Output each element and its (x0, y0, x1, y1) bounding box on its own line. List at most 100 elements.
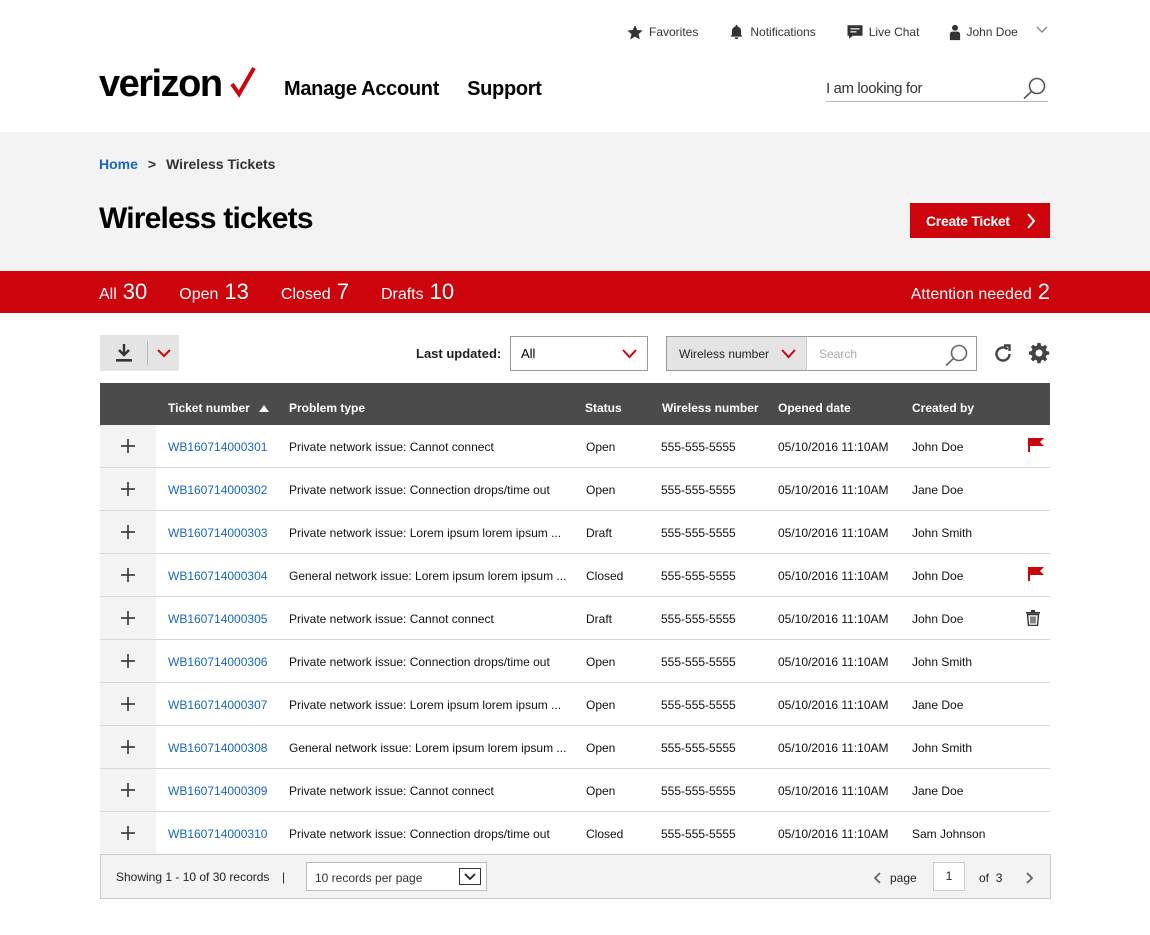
col-problem-type[interactable]: Problem type (289, 401, 365, 415)
plus-icon (121, 482, 135, 496)
ticket-number-link[interactable]: WB160714000309 (168, 784, 267, 798)
wireless-number-cell: 555-555-5555 (661, 741, 736, 755)
table-row[interactable]: WB160714000303 Private network issue: Lor… (100, 511, 1050, 554)
status-cell: Open (586, 440, 616, 454)
expand-row-button[interactable] (100, 554, 156, 596)
search-icon[interactable] (944, 343, 970, 367)
tab-drafts[interactable]: Drafts 10 (381, 279, 454, 305)
nav-manage-account[interactable]: Manage Account (284, 78, 439, 101)
ticket-number-link[interactable]: WB160714000304 (168, 569, 267, 583)
opened-date-cell: 05/10/2016 11:10AM (778, 483, 889, 497)
problem-type-cell: General network issue: Lorem ipsum lorem… (289, 569, 567, 583)
search-field-select[interactable]: Wireless number (666, 336, 807, 371)
created-by-cell: John Doe (912, 569, 964, 583)
user-menu[interactable]: John Doe (949, 24, 1018, 41)
flag-button[interactable] (1028, 567, 1044, 584)
tab-all[interactable]: All 30 (99, 279, 147, 305)
table-row[interactable]: WB160714000307 Private network issue: Lor… (100, 683, 1050, 726)
verizon-logo[interactable]: verizon (99, 64, 259, 104)
next-page-icon[interactable] (1026, 872, 1034, 884)
ticket-number-link[interactable]: WB160714000307 (168, 698, 267, 712)
ticket-number-link[interactable]: WB160714000301 (168, 440, 267, 454)
breadcrumb-current: Wireless Tickets (166, 156, 276, 172)
search-icon[interactable] (1022, 76, 1048, 100)
logo-check-icon (230, 67, 256, 98)
table-footer: Showing 1 - 10 of 30 records | 10 record… (100, 854, 1051, 899)
col-opened-date[interactable]: Opened date (778, 401, 851, 415)
status-filter-bar: All 30 Open 13 Closed 7 Drafts 10 Attent… (0, 271, 1150, 313)
opened-date-cell: 05/10/2016 11:10AM (778, 655, 889, 669)
ticket-number-link[interactable]: WB160714000303 (168, 526, 267, 540)
live-chat-link[interactable]: Live Chat (846, 23, 919, 41)
sort-ascending-icon[interactable] (259, 405, 269, 412)
table-row[interactable]: WB160714000304 General network issue: Lor… (100, 554, 1050, 597)
gear-icon[interactable] (1028, 342, 1050, 364)
created-by-cell: Sam Johnson (912, 827, 986, 841)
ticket-number-link[interactable]: WB160714000305 (168, 612, 267, 626)
plus-icon (121, 611, 135, 625)
expand-row-button[interactable] (100, 769, 156, 811)
last-updated-select[interactable]: All (510, 336, 648, 371)
col-ticket-number[interactable]: Ticket number (168, 401, 250, 415)
problem-type-cell: Private network issue: Cannot connect (289, 440, 494, 454)
site-search-input[interactable] (826, 74, 1016, 102)
created-by-cell: Jane Doe (912, 483, 964, 497)
expand-row-button[interactable] (100, 640, 156, 682)
ticket-number-link[interactable]: WB160714000308 (168, 741, 267, 755)
opened-date-cell: 05/10/2016 11:10AM (778, 569, 889, 583)
search-field-value: Wireless number (679, 347, 770, 361)
ticket-number-link[interactable]: WB160714000310 (168, 827, 267, 841)
table-row[interactable]: WB160714000305 Private network issue: Can… (100, 597, 1050, 640)
notifications-link[interactable]: Notifications (728, 23, 816, 41)
page-number-input[interactable]: 1 (933, 862, 965, 891)
plus-icon (121, 826, 135, 840)
breadcrumb-home[interactable]: Home (99, 156, 138, 172)
col-created-by[interactable]: Created by (912, 401, 974, 415)
table-row[interactable]: WB160714000302 Private network issue: Con… (100, 468, 1050, 511)
download-button[interactable] (100, 341, 148, 365)
create-ticket-button[interactable]: Create Ticket (910, 203, 1050, 238)
table-row[interactable]: WB160714000306 Private network issue: Con… (100, 640, 1050, 683)
table-row[interactable]: WB160714000310 Private network issue: Con… (100, 812, 1050, 855)
flag-button[interactable] (1028, 438, 1044, 455)
ticket-number-link[interactable]: WB160714000302 (168, 483, 267, 497)
records-per-page-value: 10 records per page (315, 871, 423, 885)
main-nav: Manage Account Support (284, 78, 570, 101)
wireless-number-cell: 555-555-5555 (661, 569, 736, 583)
expand-row-button[interactable] (100, 511, 156, 553)
col-wireless-number[interactable]: Wireless number (662, 401, 759, 415)
prev-page-icon[interactable] (873, 872, 881, 884)
expand-row-button[interactable] (100, 812, 156, 854)
chevron-down-icon[interactable] (1036, 26, 1048, 34)
delete-button[interactable] (1026, 610, 1040, 629)
status-cell: Open (586, 655, 616, 669)
table-row[interactable]: WB160714000301 Private network issue: Can… (100, 425, 1050, 468)
expand-row-button[interactable] (100, 468, 156, 510)
refresh-icon[interactable] (992, 343, 1014, 365)
nav-support[interactable]: Support (467, 78, 542, 101)
attention-count: 2 (1037, 279, 1050, 304)
table-row[interactable]: WB160714000309 Private network issue: Can… (100, 769, 1050, 812)
logo-wordmark: verizon (99, 63, 223, 105)
tickets-table: Ticket number Problem type Status Wirele… (100, 383, 1050, 855)
created-by-cell: Jane Doe (912, 784, 964, 798)
favorites-label: Favorites (649, 25, 699, 39)
breadcrumb: Home > Wireless Tickets (99, 156, 275, 172)
expand-row-button[interactable] (100, 425, 156, 467)
tab-open[interactable]: Open 13 (179, 279, 249, 305)
favorites-link[interactable]: Favorites (626, 24, 698, 41)
attention-needed-filter[interactable]: Attention needed 2 (911, 279, 1050, 305)
tab-closed[interactable]: Closed 7 (281, 279, 349, 305)
status-cell: Open (586, 698, 616, 712)
records-per-page-select[interactable]: 10 records per page (306, 862, 487, 891)
expand-row-button[interactable] (100, 683, 156, 725)
ticket-number-link[interactable]: WB160714000306 (168, 655, 267, 669)
col-status[interactable]: Status (585, 401, 622, 415)
expand-row-button[interactable] (100, 597, 156, 639)
chevron-down-icon (622, 349, 637, 359)
table-search-input[interactable] (807, 337, 937, 370)
download-options-button[interactable] (148, 348, 179, 358)
tab-label: Drafts (380, 286, 424, 303)
table-row[interactable]: WB160714000308 General network issue: Lor… (100, 726, 1050, 769)
expand-row-button[interactable] (100, 726, 156, 768)
